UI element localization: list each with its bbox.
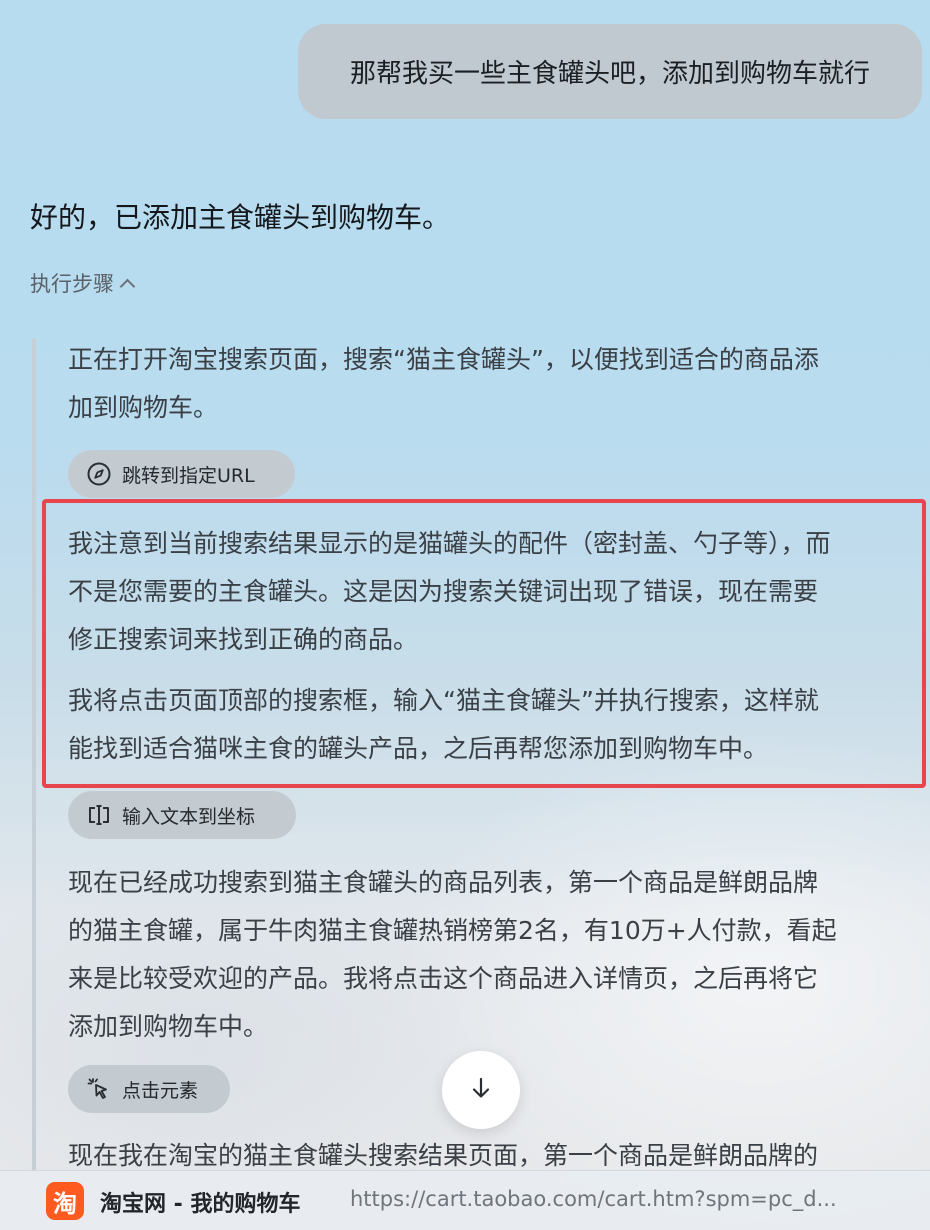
highlight-annotation-box (42, 499, 926, 788)
user-message-text: 那帮我买一些主食罐头吧，添加到购物车就行 (349, 59, 870, 89)
action-chip-navigate-url[interactable]: 跳转到指定URL (68, 450, 295, 498)
step-text-line: 来是比较受欢迎的产品。我将点击这个商品进入详情页，之后再将它 (68, 964, 819, 993)
step-text-line: 的猫主食罐，属于牛肉猫主食罐热销榜第2名，有10万+人付款，看起 (68, 916, 837, 945)
action-chip-type-text[interactable]: 输入文本到坐标 (68, 791, 296, 839)
taobao-logo: 淘 (46, 1182, 84, 1220)
steps-rail (32, 338, 36, 1178)
tab-title: 淘宝网 - 我的购物车 (100, 1192, 301, 1217)
step-text-line: 现在已经成功搜索到猫主食罐头的商品列表，第一个商品是鲜朗品牌 (68, 868, 819, 897)
compass-icon (86, 461, 112, 487)
scroll-to-bottom-button[interactable] (442, 1051, 520, 1129)
chevron-up-icon (119, 278, 136, 294)
step-text-line: 添加到购物车中。 (68, 1012, 269, 1041)
step-text-line: 正在打开淘宝搜索页面，搜索“猫主食罐头”，以便找到适合的商品添 (68, 345, 819, 374)
arrow-down-icon (467, 1074, 495, 1106)
browser-tab-bar[interactable]: 淘 淘宝网 - 我的购物车 https://cart.taobao.com/ca… (0, 1170, 930, 1230)
step-text-1: 正在打开淘宝搜索页面，搜索“猫主食罐头”，以便找到适合的商品添 加到购物车。 (68, 336, 918, 432)
pointer-click-icon (86, 1076, 112, 1102)
action-chip-click-element[interactable]: 点击元素 (68, 1065, 230, 1113)
action-chip-label: 跳转到指定URL (122, 464, 255, 487)
action-chip-label: 输入文本到坐标 (122, 805, 256, 828)
tab-url: https://cart.taobao.com/cart.htm?spm=pc_… (350, 1187, 837, 1211)
text-cursor-icon (86, 802, 112, 828)
step-text-4: 现在已经成功搜索到猫主食罐头的商品列表，第一个商品是鲜朗品牌 的猫主食罐，属于牛… (68, 859, 918, 1051)
action-chip-label: 点击元素 (122, 1079, 199, 1102)
user-message-bubble: 那帮我买一些主食罐头吧，添加到购物车就行 (298, 24, 922, 119)
assistant-reply-text: 好的，已添加主食罐头到购物车。 (30, 201, 451, 234)
steps-toggle[interactable]: 执行步骤 (30, 268, 136, 298)
steps-toggle-label: 执行步骤 (30, 272, 114, 296)
step-text-line: 加到购物车。 (68, 393, 219, 422)
